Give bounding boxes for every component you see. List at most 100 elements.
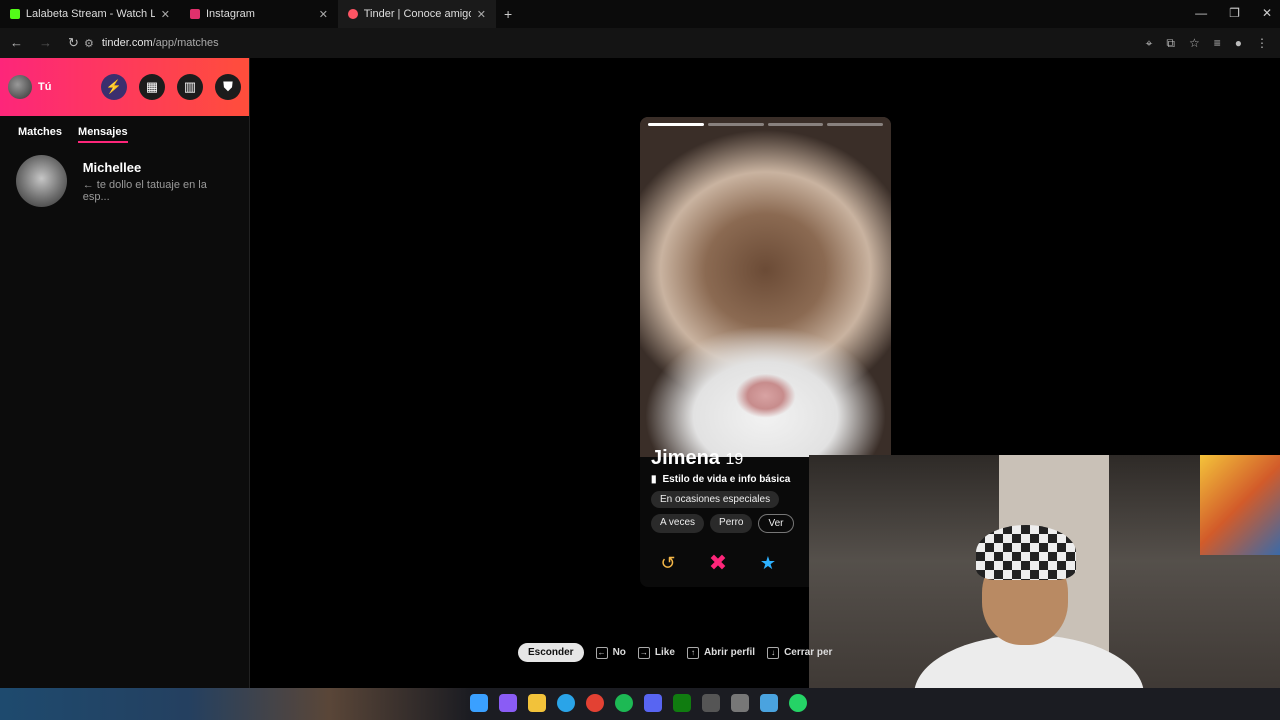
toolbar-right: ⌖ ⧉ ☆ ≡ ● ⋮ bbox=[1146, 36, 1280, 51]
streamer-cap bbox=[976, 525, 1076, 580]
kick-icon bbox=[10, 9, 20, 19]
shortcut-label: No bbox=[612, 647, 626, 658]
see-more-button[interactable]: Ver bbox=[758, 514, 794, 533]
sidebar-tabs: Matches Mensajes bbox=[0, 116, 249, 143]
tab-tinder[interactable]: Tinder | Conoce amigos y gent ✕ bbox=[338, 0, 496, 28]
tab-mensajes[interactable]: Mensajes bbox=[78, 126, 128, 143]
app-icon[interactable] bbox=[702, 694, 720, 712]
notepad-icon[interactable] bbox=[760, 694, 778, 712]
profile-photo[interactable] bbox=[640, 117, 891, 457]
tab-lalabeta[interactable]: Lalabeta Stream - Watch Live o ✕ bbox=[0, 0, 180, 28]
sidebar: Tú ⚡ ▦ ▥ ⛊ Matches Mensajes Michellee ← … bbox=[0, 58, 250, 688]
file-explorer-icon[interactable] bbox=[528, 694, 546, 712]
url-field[interactable]: ⚙ tinder.com/app/matches bbox=[84, 32, 1146, 54]
shortcut-like: → Like bbox=[637, 646, 675, 659]
photo-bar[interactable] bbox=[827, 123, 883, 126]
spotify-icon[interactable] bbox=[615, 694, 633, 712]
shortcut-label: Cerrar per bbox=[784, 647, 833, 658]
window-controls: — ❐ ✕ bbox=[1195, 6, 1272, 20]
photo-bar[interactable] bbox=[767, 123, 824, 126]
shortcut-close: ↓ Cerrar per bbox=[767, 646, 833, 659]
browser-tab-strip: Lalabeta Stream - Watch Live o ✕ Instagr… bbox=[0, 0, 1280, 28]
profile-icon[interactable]: ● bbox=[1235, 36, 1242, 51]
up-arrow-key-icon: ↑ bbox=[686, 646, 699, 659]
pill-drinking: En ocasiones especiales bbox=[651, 491, 780, 508]
tinder-icon bbox=[348, 9, 358, 19]
minimize-icon[interactable]: — bbox=[1195, 6, 1207, 20]
wallpaper-strip bbox=[0, 688, 470, 720]
nav-buttons: ← → ↻ bbox=[0, 35, 84, 51]
tab-label: Instagram bbox=[206, 8, 255, 20]
site-info-icon[interactable]: ⚙ bbox=[84, 37, 94, 50]
back-icon[interactable]: ← bbox=[10, 35, 23, 51]
super-like-icon[interactable]: ★ bbox=[754, 549, 782, 577]
xbox-icon[interactable] bbox=[673, 694, 691, 712]
windows-start-icon[interactable] bbox=[470, 694, 488, 712]
rewind-icon[interactable]: ↺ bbox=[654, 549, 682, 577]
explore-icon[interactable]: ▦ bbox=[139, 74, 165, 100]
webcam-overlay bbox=[809, 455, 1280, 720]
close-window-icon[interactable]: ✕ bbox=[1262, 6, 1272, 20]
edge-icon[interactable] bbox=[557, 694, 575, 712]
close-icon[interactable]: ✕ bbox=[319, 8, 328, 21]
shortcut-no: ← No bbox=[595, 646, 626, 659]
menu-icon[interactable]: ⋮ bbox=[1256, 36, 1268, 51]
instagram-icon bbox=[190, 9, 200, 19]
new-tab-icon[interactable]: + bbox=[504, 6, 512, 22]
list-item[interactable]: Michellee ← te dollo el tatuaje en la es… bbox=[0, 143, 249, 219]
down-arrow-key-icon: ↓ bbox=[767, 646, 780, 659]
message-preview: ← te dollo el tatuaje en la esp... bbox=[82, 178, 207, 203]
close-icon[interactable]: ✕ bbox=[161, 8, 170, 21]
avatar bbox=[16, 155, 67, 207]
right-arrow-key-icon: → bbox=[637, 646, 650, 659]
shortcut-open: ↑ Abrir perfil bbox=[686, 646, 756, 659]
nope-icon[interactable]: ✖ bbox=[704, 549, 732, 577]
hide-button[interactable]: Esconder bbox=[518, 643, 584, 662]
user-label[interactable]: Tú bbox=[38, 81, 51, 93]
section-title-text: Estilo de vida e info básica bbox=[662, 474, 791, 485]
photo-bar[interactable] bbox=[707, 123, 764, 126]
profile-age: 19 bbox=[725, 451, 744, 468]
boost-icon[interactable]: ⚡ bbox=[101, 74, 127, 100]
copilot-icon[interactable] bbox=[499, 694, 517, 712]
tab-label: Lalabeta Stream - Watch Live o bbox=[25, 8, 155, 20]
left-arrow-key-icon: ← bbox=[595, 646, 608, 659]
tab-matches[interactable]: Matches bbox=[18, 126, 62, 143]
taskbar-apps bbox=[470, 694, 807, 712]
location-icon[interactable]: ⌖ bbox=[1146, 36, 1153, 51]
close-icon[interactable]: ✕ bbox=[477, 8, 486, 21]
keyboard-shortcuts: Esconder ← No → Like ↑ Abrir perfil ↓ Cerrar… bbox=[518, 643, 832, 662]
address-bar-row: ← → ↻ ⚙ tinder.com/app/matches ⌖ ⧉ ☆ ≡ ●… bbox=[0, 28, 1280, 58]
url-host: tinder.com bbox=[101, 37, 153, 49]
tag-icon: ▮ bbox=[651, 474, 657, 485]
webcam-poster bbox=[1200, 455, 1280, 555]
maximize-icon[interactable]: ❐ bbox=[1229, 6, 1240, 20]
pill-pets: Perro bbox=[710, 514, 753, 533]
action-buttons: ↺ ✖ ★ bbox=[654, 549, 782, 577]
tab-label: Tinder | Conoce amigos y gent bbox=[363, 8, 471, 20]
header-icons: ⚡ ▦ ▥ ⛊ bbox=[101, 74, 241, 100]
briefcase-icon[interactable]: ▥ bbox=[177, 74, 203, 100]
forward-icon[interactable]: → bbox=[39, 35, 52, 51]
taskbar bbox=[0, 688, 1280, 720]
pill-smoking: A veces bbox=[651, 514, 705, 533]
media-icon[interactable]: ≡ bbox=[1214, 36, 1221, 51]
shield-icon[interactable]: ⛊ bbox=[215, 74, 241, 100]
install-icon[interactable]: ⧉ bbox=[1166, 36, 1175, 51]
message-name: Michellee bbox=[82, 159, 142, 175]
photo-bar[interactable] bbox=[648, 123, 704, 126]
reload-icon[interactable]: ↻ bbox=[68, 35, 79, 51]
avatar[interactable] bbox=[8, 75, 32, 99]
photo-progress bbox=[648, 123, 883, 126]
sidebar-header: Tú ⚡ ▦ ▥ ⛊ bbox=[0, 58, 249, 116]
tab-instagram[interactable]: Instagram ✕ bbox=[180, 0, 338, 28]
whatsapp-icon[interactable] bbox=[789, 694, 807, 712]
shortcut-label: Like bbox=[654, 647, 675, 658]
bookmark-star-icon[interactable]: ☆ bbox=[1189, 36, 1200, 51]
discord-icon[interactable] bbox=[644, 694, 662, 712]
profile-name: Jimena bbox=[651, 447, 720, 469]
url-path: /app/matches bbox=[152, 37, 219, 49]
settings-icon[interactable] bbox=[731, 694, 749, 712]
shortcut-label: Abrir perfil bbox=[703, 647, 756, 658]
chrome-icon[interactable] bbox=[586, 694, 604, 712]
